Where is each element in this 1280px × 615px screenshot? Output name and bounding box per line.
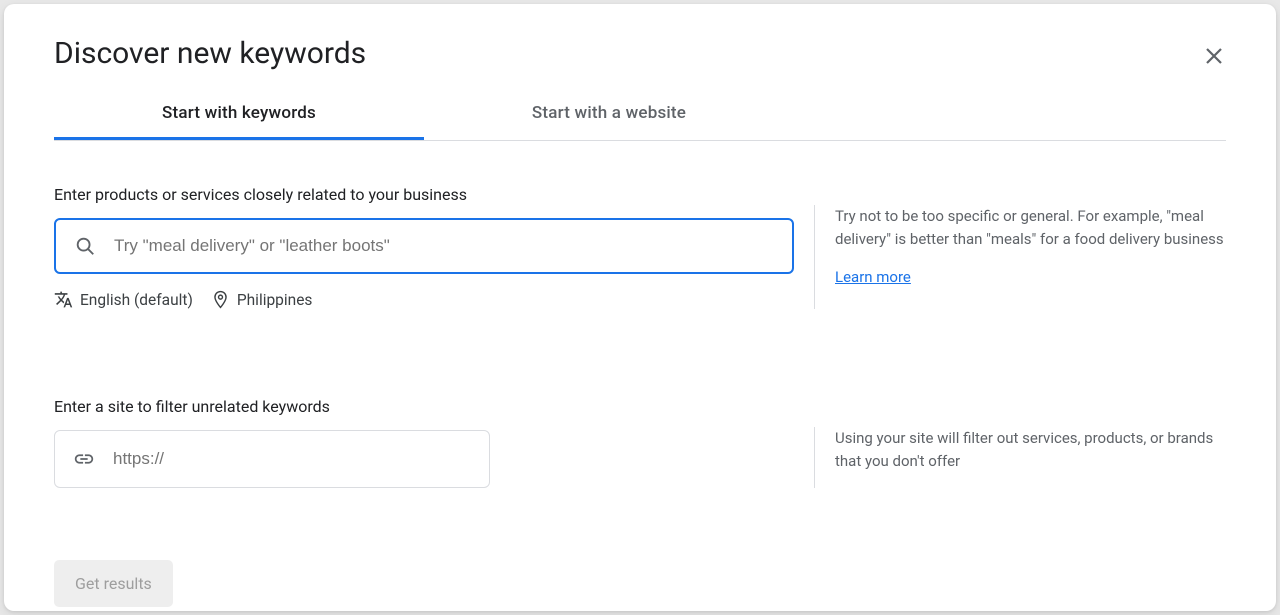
site-label: Enter a site to filter unrelated keyword… <box>54 397 794 416</box>
language-selector[interactable]: English (default) <box>54 290 193 309</box>
keywords-input-wrap[interactable] <box>54 218 794 274</box>
keywords-label: Enter products or services closely relat… <box>54 185 794 204</box>
location-selector[interactable]: Philippines <box>211 290 313 309</box>
keywords-input[interactable] <box>114 236 774 256</box>
translate-icon <box>54 290 73 309</box>
keywords-help-text: Try not to be too specific or general. F… <box>835 205 1226 250</box>
search-icon <box>74 235 96 257</box>
close-icon <box>1202 44 1226 68</box>
get-results-button[interactable]: Get results <box>54 560 173 607</box>
location-icon <box>211 290 230 309</box>
modal-title: Discover new keywords <box>54 36 1226 71</box>
link-icon <box>73 448 95 470</box>
site-input-wrap[interactable] <box>54 430 490 488</box>
tab-start-with-keywords[interactable]: Start with keywords <box>54 89 424 140</box>
site-input[interactable] <box>113 449 471 469</box>
discover-keywords-modal: Discover new keywords Start with keyword… <box>4 4 1276 611</box>
close-button[interactable] <box>1200 42 1228 70</box>
location-label: Philippines <box>237 291 313 309</box>
learn-more-link[interactable]: Learn more <box>835 266 911 289</box>
site-help-text: Using your site will filter out services… <box>835 427 1226 472</box>
language-label: English (default) <box>80 291 193 309</box>
tab-start-with-website[interactable]: Start with a website <box>424 89 794 140</box>
tabs: Start with keywords Start with a website <box>54 89 1226 141</box>
